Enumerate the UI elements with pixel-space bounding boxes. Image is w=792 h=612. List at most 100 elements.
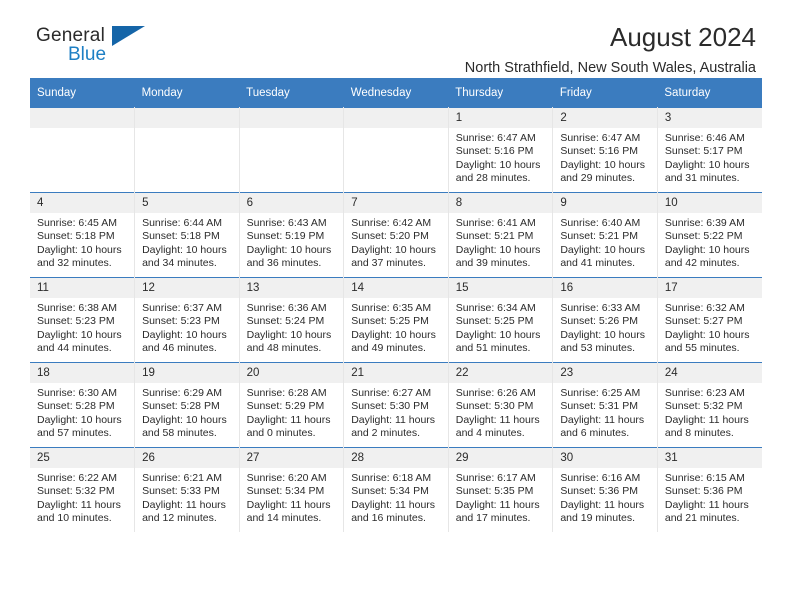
sunset-text: Sunset: 5:30 PM xyxy=(351,400,429,413)
day-number: 23 xyxy=(553,363,657,383)
sunrise-text: Sunrise: 6:28 AM xyxy=(246,387,327,399)
sunrise-text: Sunrise: 6:40 AM xyxy=(560,217,641,229)
daylight-text-line2: and 31 minutes. xyxy=(664,172,740,185)
sunrise-text: Sunrise: 6:23 AM xyxy=(664,387,745,399)
day-number: 10 xyxy=(657,193,762,213)
calendar-day-cell[interactable]: 11 Sunrise: 6:38 AM Sunset: 5:23 PM Dayligh… xyxy=(30,277,136,363)
day-number: 15 xyxy=(448,278,552,298)
day-number xyxy=(344,108,448,128)
daylight-text-line1: Daylight: 10 hours xyxy=(142,243,227,256)
calendar-day-cell[interactable]: 24 Sunrise: 6:23 AM Sunset: 5:32 PM Dayligh… xyxy=(657,362,762,448)
calendar-day-cell[interactable]: 3 Sunrise: 6:46 AM Sunset: 5:17 PM Daylight… xyxy=(657,107,762,193)
sunset-text: Sunset: 5:34 PM xyxy=(351,485,429,498)
sunset-text: Sunset: 5:18 PM xyxy=(142,230,220,243)
daylight-text-line1: Daylight: 11 hours xyxy=(455,413,540,426)
sunset-text: Sunset: 5:30 PM xyxy=(455,400,534,413)
calendar-day-cell[interactable]: 22 Sunrise: 6:26 AM Sunset: 5:30 PM Dayligh… xyxy=(448,362,554,448)
daylight-text-line2: and 19 minutes. xyxy=(560,512,636,525)
day-details: Sunrise: 6:36 AM Sunset: 5:24 PM Daylight:… xyxy=(240,298,343,356)
calendar-day-cell[interactable]: 31 Sunrise: 6:15 AM Sunset: 5:36 PM Dayligh… xyxy=(657,447,762,532)
daylight-text-line2: and 2 minutes. xyxy=(351,427,421,440)
sunrise-sunset-calendar: Sunday Monday Tuesday Wednesday Thursday Frid… xyxy=(30,78,762,532)
sunrise-text: Sunrise: 6:34 AM xyxy=(455,302,536,314)
calendar-day-cell[interactable]: 4 Sunrise: 6:45 AM Sunset: 5:18 PM Daylight… xyxy=(30,192,136,278)
sunset-text: Sunset: 5:36 PM xyxy=(664,485,743,498)
day-details: Sunrise: 6:42 AM Sunset: 5:20 PM Daylight:… xyxy=(344,213,447,271)
calendar-day-cell[interactable]: 13 Sunrise: 6:36 AM Sunset: 5:24 PM Dayligh… xyxy=(239,277,345,363)
sunset-text: Sunset: 5:25 PM xyxy=(455,315,534,328)
calendar-day-cell[interactable]: 5 Sunrise: 6:44 AM Sunset: 5:18 PM Daylight… xyxy=(134,192,240,278)
day-details: Sunrise: 6:15 AM Sunset: 5:36 PM Daylight:… xyxy=(658,468,762,526)
daylight-text-line2: and 36 minutes. xyxy=(246,257,322,270)
calendar-day-cell[interactable]: 7 Sunrise: 6:42 AM Sunset: 5:20 PM Daylight… xyxy=(343,192,449,278)
sunset-text: Sunset: 5:36 PM xyxy=(560,485,638,498)
daylight-text-line2: and 51 minutes. xyxy=(455,342,531,355)
calendar-day-cell[interactable]: 14 Sunrise: 6:35 AM Sunset: 5:25 PM Dayligh… xyxy=(343,277,449,363)
calendar-day-cell[interactable]: 8 Sunrise: 6:41 AM Sunset: 5:21 PM Daylight… xyxy=(448,192,554,278)
day-details: Sunrise: 6:32 AM Sunset: 5:27 PM Daylight:… xyxy=(658,298,762,356)
sunset-text: Sunset: 5:20 PM xyxy=(351,230,429,243)
day-number: 12 xyxy=(135,278,239,298)
calendar-day-cell[interactable]: 2 Sunrise: 6:47 AM Sunset: 5:16 PM Daylight… xyxy=(552,107,658,193)
calendar-day-cell[interactable]: 21 Sunrise: 6:27 AM Sunset: 5:30 PM Dayligh… xyxy=(343,362,449,448)
calendar-day-cell[interactable]: 30 Sunrise: 6:16 AM Sunset: 5:36 PM Dayligh… xyxy=(552,447,658,532)
calendar-day-cell[interactable]: 15 Sunrise: 6:34 AM Sunset: 5:25 PM Dayligh… xyxy=(448,277,554,363)
calendar-day-cell[interactable]: 29 Sunrise: 6:17 AM Sunset: 5:35 PM Dayligh… xyxy=(448,447,554,532)
day-number: 26 xyxy=(135,448,239,468)
calendar-day-cell[interactable]: 26 Sunrise: 6:21 AM Sunset: 5:33 PM Dayligh… xyxy=(134,447,240,532)
calendar-day-cell[interactable]: 16 Sunrise: 6:33 AM Sunset: 5:26 PM Dayligh… xyxy=(552,277,658,363)
calendar-day-cell[interactable]: 10 Sunrise: 6:39 AM Sunset: 5:22 PM Dayligh… xyxy=(657,192,762,278)
day-details: Sunrise: 6:17 AM Sunset: 5:35 PM Daylight:… xyxy=(449,468,552,526)
calendar-day-cell[interactable]: 1 Sunrise: 6:47 AM Sunset: 5:16 PM Daylight… xyxy=(448,107,554,193)
daylight-text-line1: Daylight: 11 hours xyxy=(455,498,540,511)
day-number: 30 xyxy=(553,448,657,468)
sunset-text: Sunset: 5:23 PM xyxy=(142,315,220,328)
sunrise-text: Sunrise: 6:42 AM xyxy=(351,217,432,229)
brand-name-blue: Blue xyxy=(68,44,107,65)
daylight-text-line1: Daylight: 10 hours xyxy=(351,243,436,256)
daylight-text-line2: and 42 minutes. xyxy=(664,257,740,270)
day-details: Sunrise: 6:47 AM Sunset: 5:16 PM Daylight:… xyxy=(449,128,552,186)
day-number: 14 xyxy=(344,278,448,298)
daylight-text-line2: and 41 minutes. xyxy=(560,257,636,270)
calendar-day-cell[interactable]: 12 Sunrise: 6:37 AM Sunset: 5:23 PM Dayligh… xyxy=(134,277,240,363)
calendar-day-cell[interactable]: 23 Sunrise: 6:25 AM Sunset: 5:31 PM Dayligh… xyxy=(552,362,658,448)
sunset-text: Sunset: 5:27 PM xyxy=(664,315,743,328)
brand-logo[interactable]: General Blue xyxy=(36,26,196,72)
calendar-day-cell[interactable]: 9 Sunrise: 6:40 AM Sunset: 5:21 PM Daylight… xyxy=(552,192,658,278)
sunset-text: Sunset: 5:26 PM xyxy=(560,315,638,328)
day-details: Sunrise: 6:41 AM Sunset: 5:21 PM Daylight:… xyxy=(449,213,552,271)
calendar-day-cell[interactable]: 20 Sunrise: 6:28 AM Sunset: 5:29 PM Dayligh… xyxy=(239,362,345,448)
day-details: Sunrise: 6:25 AM Sunset: 5:31 PM Daylight:… xyxy=(553,383,656,441)
calendar-day-cell[interactable]: 27 Sunrise: 6:20 AM Sunset: 5:34 PM Dayligh… xyxy=(239,447,345,532)
sunrise-text: Sunrise: 6:27 AM xyxy=(351,387,432,399)
sunrise-text: Sunrise: 6:45 AM xyxy=(37,217,117,229)
calendar-day-cell[interactable]: 17 Sunrise: 6:32 AM Sunset: 5:27 PM Dayligh… xyxy=(657,277,762,363)
sunset-text: Sunset: 5:28 PM xyxy=(37,400,115,413)
day-number: 20 xyxy=(239,363,343,383)
sunset-text: Sunset: 5:33 PM xyxy=(142,485,220,498)
daylight-text-line1: Daylight: 11 hours xyxy=(246,413,331,426)
daylight-text-line2: and 10 minutes. xyxy=(37,512,112,525)
day-number: 1 xyxy=(448,108,552,128)
day-details: Sunrise: 6:27 AM Sunset: 5:30 PM Daylight:… xyxy=(344,383,447,441)
sunset-text: Sunset: 5:21 PM xyxy=(455,230,534,243)
sunrise-text: Sunrise: 6:44 AM xyxy=(142,217,223,229)
calendar-day-cell[interactable]: 18 Sunrise: 6:30 AM Sunset: 5:28 PM Dayligh… xyxy=(30,362,136,448)
daylight-text-line1: Daylight: 10 hours xyxy=(351,328,436,341)
calendar-day-cell[interactable]: 25 Sunrise: 6:22 AM Sunset: 5:32 PM Dayligh… xyxy=(30,447,136,532)
day-number: 21 xyxy=(344,363,448,383)
weekday-header-monday: Monday xyxy=(134,78,240,108)
sunset-text: Sunset: 5:23 PM xyxy=(37,315,115,328)
day-details: Sunrise: 6:44 AM Sunset: 5:18 PM Daylight:… xyxy=(135,213,238,271)
calendar-day-cell[interactable]: 28 Sunrise: 6:18 AM Sunset: 5:34 PM Dayligh… xyxy=(343,447,449,532)
day-details: Sunrise: 6:23 AM Sunset: 5:32 PM Daylight:… xyxy=(658,383,762,441)
daylight-text-line1: Daylight: 10 hours xyxy=(37,413,122,426)
day-details: Sunrise: 6:28 AM Sunset: 5:29 PM Daylight:… xyxy=(240,383,343,441)
day-details: Sunrise: 6:22 AM Sunset: 5:32 PM Daylight:… xyxy=(30,468,134,526)
calendar-day-cell[interactable]: 6 Sunrise: 6:43 AM Sunset: 5:19 PM Daylight… xyxy=(239,192,345,278)
calendar-day-cell[interactable]: 19 Sunrise: 6:29 AM Sunset: 5:28 PM Dayligh… xyxy=(134,362,240,448)
daylight-text-line1: Daylight: 10 hours xyxy=(664,328,750,341)
sunrise-text: Sunrise: 6:26 AM xyxy=(455,387,536,399)
day-number: 16 xyxy=(553,278,657,298)
